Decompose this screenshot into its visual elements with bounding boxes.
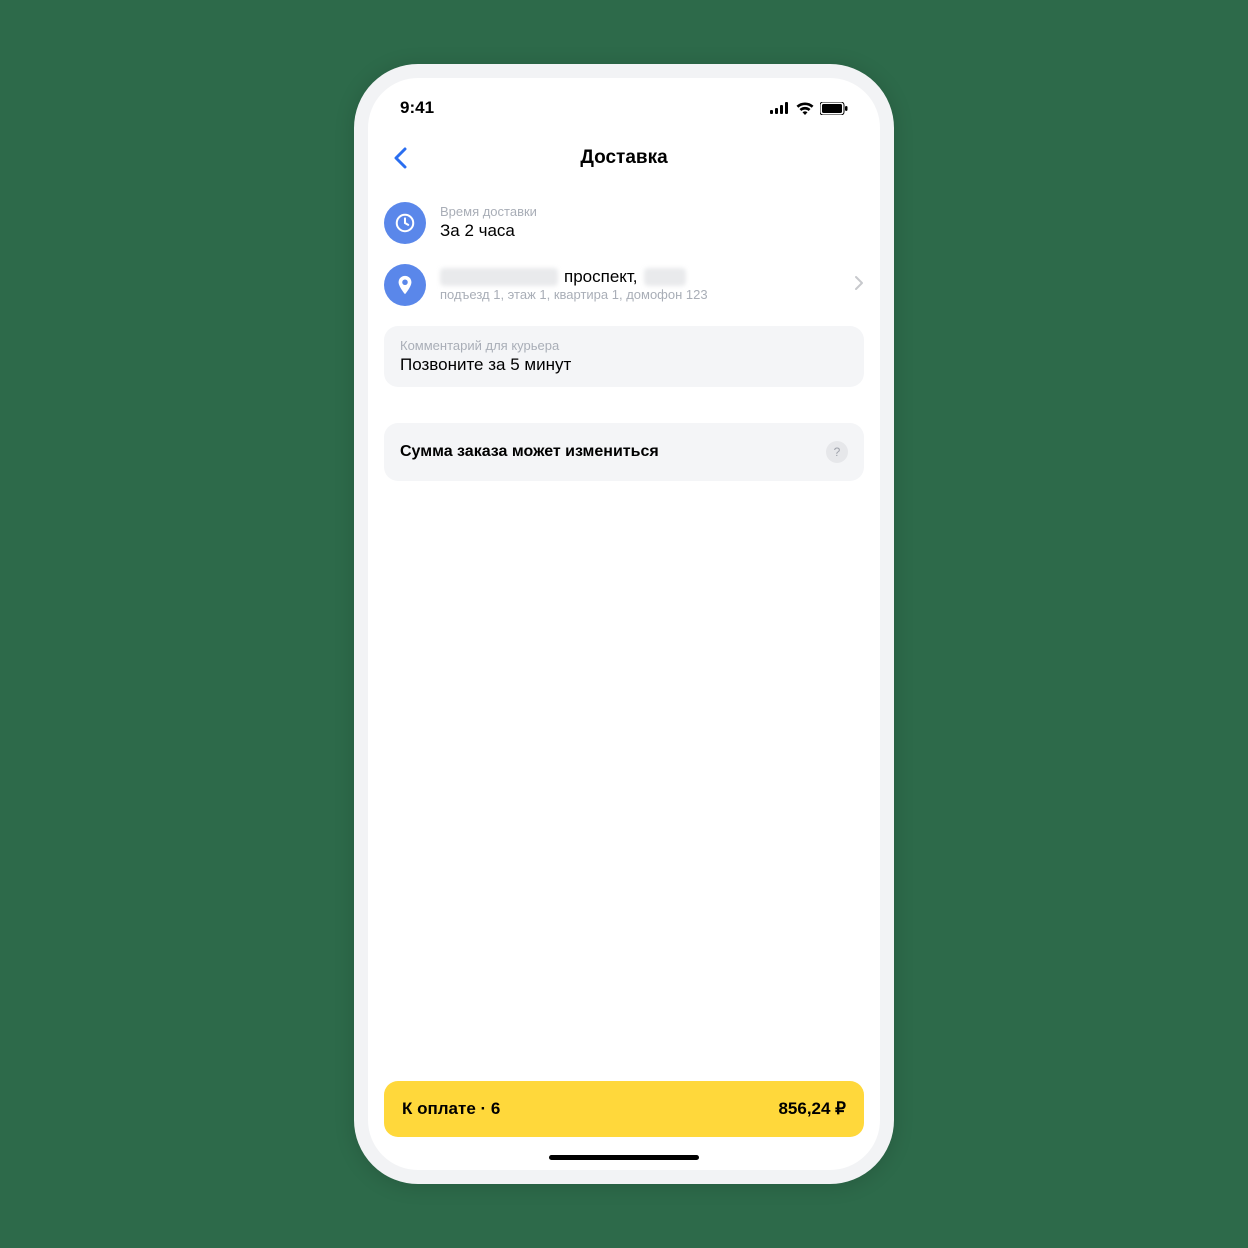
delivery-time-row[interactable]: Время доставки За 2 часа (384, 192, 864, 254)
status-bar: 9:41 (368, 84, 880, 132)
redacted-text (440, 268, 558, 286)
home-indicator[interactable] (549, 1155, 699, 1160)
wifi-icon (796, 102, 814, 115)
help-icon[interactable]: ? (826, 441, 848, 463)
back-button[interactable] (384, 142, 416, 174)
comment-caption: Комментарий для курьера (400, 338, 848, 353)
comment-value: Позвоните за 5 минут (400, 355, 848, 375)
page-title: Доставка (368, 147, 880, 169)
pay-button[interactable]: К оплате · 6 856,24 ₽ (384, 1081, 864, 1137)
content: Время доставки За 2 часа проспект, подъе… (368, 184, 880, 1081)
nav-bar: Доставка (368, 132, 880, 184)
address-line1: проспект, (440, 267, 840, 287)
delivery-time-caption: Время доставки (440, 204, 864, 220)
chevron-left-icon (393, 147, 407, 169)
status-icons (770, 102, 848, 115)
pay-amount: 856,24 ₽ (778, 1099, 846, 1119)
pay-label: К оплате · 6 (402, 1099, 500, 1119)
clock-icon (384, 202, 426, 244)
address-visible-text: проспект, (564, 267, 638, 287)
battery-icon (820, 102, 848, 115)
pin-icon (384, 264, 426, 306)
phone-frame: 9:41 Доставка Время доставки (354, 64, 894, 1184)
notice-text: Сумма заказа может измениться (400, 443, 659, 461)
delivery-time-value: За 2 часа (440, 220, 864, 242)
price-change-notice[interactable]: Сумма заказа может измениться ? (384, 423, 864, 481)
status-time: 9:41 (400, 98, 434, 118)
cellular-icon (770, 102, 790, 114)
address-row[interactable]: проспект, подъезд 1, этаж 1, квартира 1,… (384, 254, 864, 316)
chevron-right-icon (854, 275, 864, 296)
redacted-text (644, 268, 686, 286)
courier-comment-card[interactable]: Комментарий для курьера Позвоните за 5 м… (384, 326, 864, 387)
address-line2: подъезд 1, этаж 1, квартира 1, домофон 1… (440, 287, 840, 303)
